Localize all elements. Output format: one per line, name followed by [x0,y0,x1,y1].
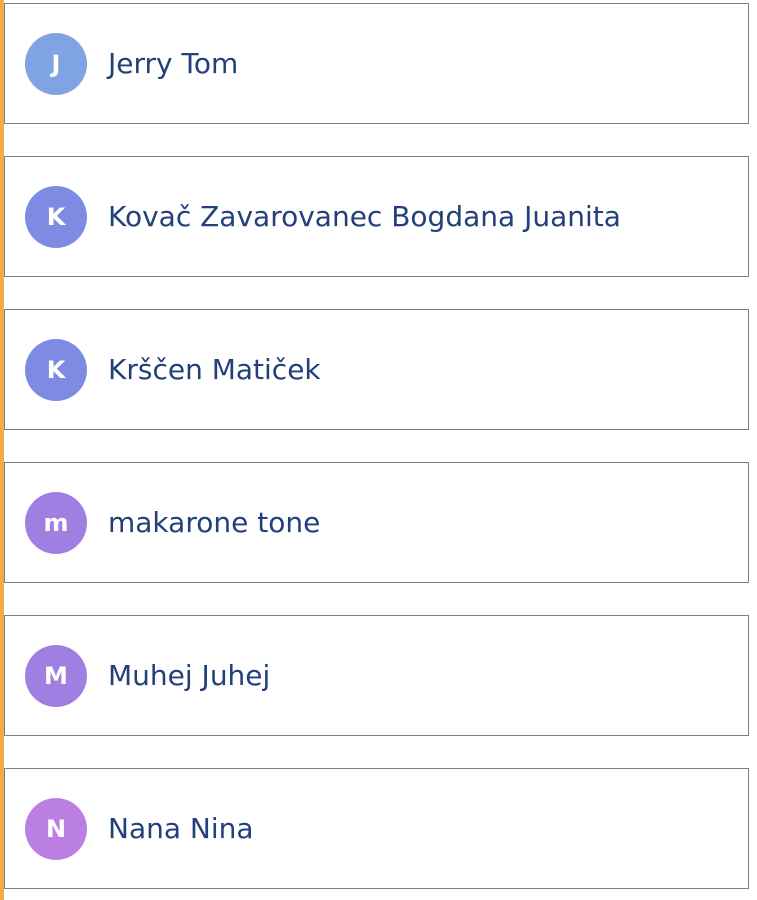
avatar: m [25,492,87,554]
contact-item[interactable]: K Krščen Matiček [4,309,749,430]
contact-item[interactable]: M Muhej Juhej [4,615,749,736]
contact-name: Kovač Zavarovanec Bogdana Juanita [108,200,621,233]
contact-name: Muhej Juhej [108,659,270,692]
contact-name: Nana Nina [108,812,254,845]
contact-item[interactable]: J Jerry Tom [4,3,749,124]
contact-list-page: J Jerry Tom K Kovač Zavarovanec Bogdana … [0,0,757,900]
avatar: J [25,33,87,95]
contact-name: Krščen Matiček [108,353,321,386]
contact-item[interactable]: K Kovač Zavarovanec Bogdana Juanita [4,156,749,277]
avatar: N [25,798,87,860]
avatar: M [25,645,87,707]
contact-name: makarone tone [108,506,320,539]
avatar: K [25,186,87,248]
contact-list: J Jerry Tom K Kovač Zavarovanec Bogdana … [4,3,749,889]
contact-item[interactable]: N Nana Nina [4,768,749,889]
contact-name: Jerry Tom [108,47,238,80]
avatar: K [25,339,87,401]
contact-item[interactable]: m makarone tone [4,462,749,583]
